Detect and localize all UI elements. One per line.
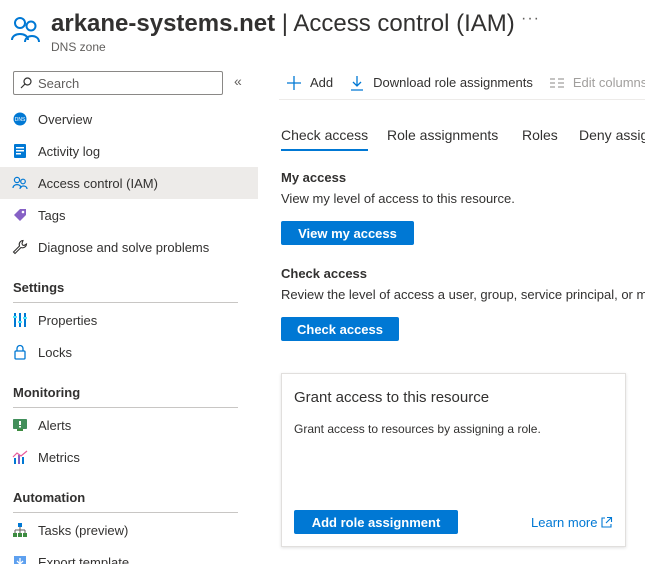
my-access-description: View my level of access to this resource… [281,191,515,206]
sidebar-item-label: Tags [38,207,66,223]
divider [13,407,238,408]
activity-log-icon [12,143,28,159]
card-title: Grant access to this resource [294,389,490,406]
wrench-icon [12,239,28,255]
sidebar-item-label: Tasks (preview) [38,522,129,538]
sidebar-item-label: Overview [38,111,93,127]
tab-role-assignments[interactable]: Role assignments [387,127,498,149]
tab-roles[interactable]: Roles [522,127,558,149]
view-my-access-button[interactable]: View my access [281,221,414,245]
sidebar-item-properties[interactable]: Properties [0,304,258,336]
alert-icon [12,417,28,433]
resource-type: DNS zone [51,40,106,54]
learn-more-link[interactable]: Learn more [531,515,613,530]
people-icon [12,175,28,191]
edit-columns-label: Edit columns [572,75,645,90]
sidebar-item-tags[interactable]: Tags [0,199,258,231]
columns-icon [549,77,564,88]
my-access-heading: My access [281,170,347,185]
lock-icon [12,344,28,360]
section-monitoring: Monitoring [13,385,81,400]
more-options-button[interactable]: ··· [521,10,540,28]
add-button[interactable]: Add [286,75,333,91]
sidebar-item-label: Access control (IAM) [38,175,158,191]
export-icon [12,554,28,564]
card-description: Grant access to resources by assigning a… [294,422,541,436]
tab-bar: Check access Role assignments Roles Deny… [281,127,645,153]
iam-people-icon [11,17,40,43]
sidebar-item-label: Metrics [38,449,80,465]
svg-text:DNS: DNS [15,117,26,123]
metrics-icon [12,449,28,465]
sidebar-item-metrics[interactable]: Metrics [0,441,258,473]
check-access-button[interactable]: Check access [281,317,399,341]
edit-columns-button[interactable]: Edit columns [549,75,645,91]
section-settings: Settings [13,280,65,295]
search-input[interactable] [38,75,208,91]
sidebar-item-label: Properties [38,312,98,328]
add-label: Add [310,75,334,90]
properties-icon [12,312,28,328]
dns-icon: DNS [12,111,28,127]
sidebar-item-locks[interactable]: Locks [0,336,258,368]
plus-icon [287,75,301,90]
check-access-description: Review the level of access a user, group… [281,287,645,302]
divider [13,512,238,513]
sidebar-item-overview[interactable]: DNS Overview [0,103,258,135]
sidebar-search[interactable] [13,71,223,95]
command-bar: Add Download role assignments Edit colum… [279,66,645,100]
tasks-icon [12,522,28,538]
tab-check-access[interactable]: Check access [281,127,369,151]
external-link-icon [601,516,613,528]
search-icon [20,77,32,89]
add-role-assignment-button[interactable]: Add role assignment [294,510,458,534]
resource-name: arkane-systems.net [51,10,276,37]
download-role-assignments-button[interactable]: Download role assignments [349,75,533,91]
blade-name: | Access control (IAM) [275,10,515,37]
download-label: Download role assignments [373,75,533,90]
sidebar-item-access-control[interactable]: Access control (IAM) [0,167,258,199]
section-automation: Automation [13,490,86,505]
sidebar-item-label: Activity log [38,143,101,159]
sidebar-item-label: Alerts [38,417,72,433]
sidebar-item-tasks[interactable]: Tasks (preview) [0,514,258,546]
sidebar-item-diagnose[interactable]: Diagnose and solve problems [0,231,258,263]
sidebar-item-alerts[interactable]: Alerts [0,409,258,441]
sidebar-item-export-template[interactable]: Export template [0,546,258,564]
check-access-heading: Check access [281,266,368,281]
sidebar-item-label: Locks [38,344,72,360]
learn-more-label: Learn more [531,515,598,530]
sidebar-item-activity-log[interactable]: Activity log [0,135,258,167]
divider [13,302,238,303]
download-icon [351,75,364,91]
collapse-sidebar-button[interactable]: « [234,73,242,89]
tab-deny-assignments[interactable]: Deny assignments [579,127,645,149]
grant-access-card: Grant access to this resource Grant acce… [281,373,626,547]
tag-icon [12,207,28,223]
sidebar-item-label: Export template [38,554,130,564]
sidebar-item-label: Diagnose and solve problems [38,239,210,255]
page-title: arkane-systems.net | Access control (IAM… [51,9,515,39]
